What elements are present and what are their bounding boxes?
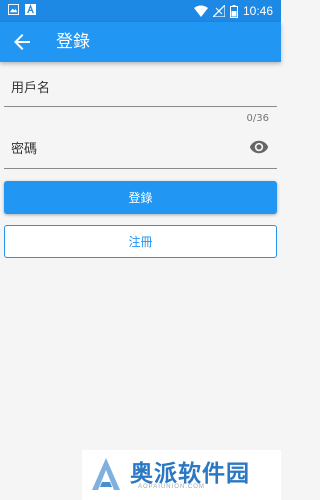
arrow-back-icon[interactable] <box>10 30 34 54</box>
watermark: 奥派软件园 AOPAIUNION.COM <box>82 450 281 500</box>
watermark-logo <box>92 458 120 490</box>
text-icon <box>25 4 36 15</box>
password-label: 密碼 <box>11 142 38 157</box>
register-button-label: 注冊 <box>128 235 153 249</box>
login-button-label: 登錄 <box>128 191 153 205</box>
battery-icon <box>229 4 238 18</box>
username-underline <box>4 106 277 107</box>
register-button[interactable]: 注冊 <box>4 225 277 258</box>
password-counter: 0/36 <box>246 113 269 124</box>
username-label: 用戶名 <box>11 81 51 96</box>
watermark-subtext: AOPAIUNION.COM <box>138 484 205 490</box>
login-button[interactable]: 登錄 <box>4 181 277 214</box>
page-title: 登錄 <box>56 32 90 52</box>
username-field[interactable]: 用戶名 <box>4 62 277 110</box>
image-icon <box>8 4 19 15</box>
app-bar: 登錄 <box>0 22 281 62</box>
signal-icon <box>212 5 225 17</box>
eye-icon[interactable] <box>249 137 269 157</box>
password-underline <box>4 168 277 169</box>
status-time: 10:46 <box>242 4 273 18</box>
password-field[interactable]: 密碼 <box>4 128 277 172</box>
wifi-icon <box>193 5 208 17</box>
status-bar: 10:46 <box>0 0 281 22</box>
watermark-text: 奥派软件园 <box>130 461 250 487</box>
